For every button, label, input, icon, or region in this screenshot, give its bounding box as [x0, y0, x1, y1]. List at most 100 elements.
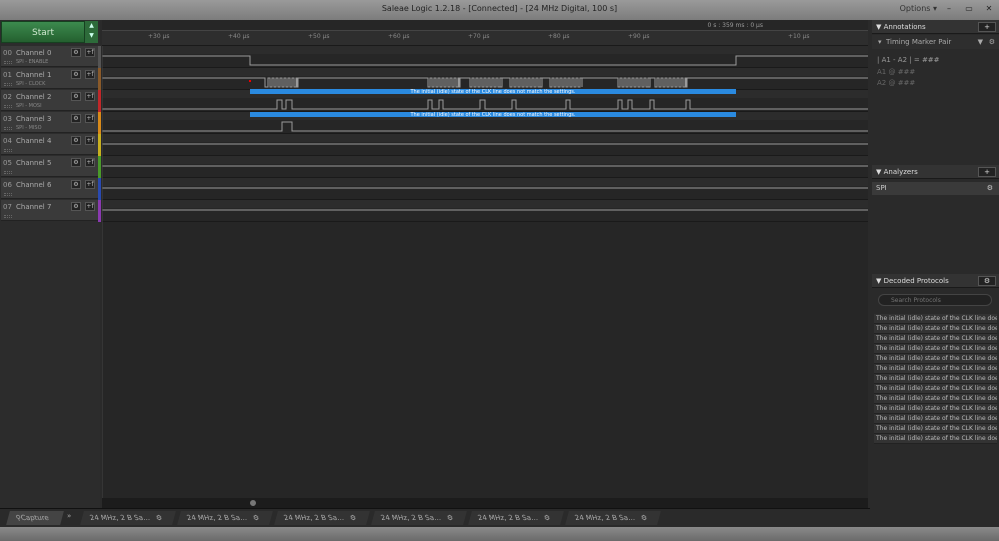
horizontal-scrollbar[interactable]: [102, 498, 868, 508]
channel-name[interactable]: Channel 4: [16, 137, 51, 145]
trigger-icon[interactable]: +f: [85, 158, 95, 167]
channel-name[interactable]: Channel 3: [16, 115, 51, 123]
gear-icon[interactable]: ⚙: [987, 182, 993, 195]
timing-marker-row[interactable]: ▾ Timing Marker Pair ▼ ⚙: [872, 35, 999, 49]
session-tab-label: 24 MHz, 2 B Sa...: [573, 514, 636, 522]
channel-row[interactable]: 06 Channel 6 ⚙ +f: [1, 178, 101, 200]
trigger-icon[interactable]: +f: [85, 202, 95, 211]
gear-icon[interactable]: ⚙: [251, 511, 261, 525]
gear-icon[interactable]: ⚙: [639, 511, 649, 525]
channel-name[interactable]: Channel 5: [16, 159, 51, 167]
minimize-button[interactable]: –: [941, 0, 957, 18]
drag-handle[interactable]: [4, 149, 12, 152]
analyzer-label: SPI: [876, 184, 887, 192]
channel-row[interactable]: 02 Channel 2 SPI - MOSI ⚙ +f: [1, 90, 101, 112]
drag-handle[interactable]: [4, 105, 12, 108]
channel-row[interactable]: 00 Channel 0 SPI - ENABLE ⚙ +f: [1, 46, 101, 68]
gear-icon[interactable]: ⚙: [71, 202, 81, 211]
analyzers-title: Analyzers: [883, 168, 918, 176]
trigger-icon[interactable]: +f: [85, 136, 95, 145]
gear-icon[interactable]: ⚙: [542, 511, 552, 525]
window-title: Saleae Logic 1.2.18 - [Connected] - [24 …: [381, 4, 618, 13]
session-tab-label: 24 MHz, 2 B Sa...: [185, 514, 248, 522]
decoded-row[interactable]: The initial (idle) state of the CLK line…: [874, 314, 997, 324]
close-button[interactable]: ✕: [981, 0, 997, 18]
gear-icon[interactable]: ⚙: [71, 180, 81, 189]
channel-2-waveform: [102, 99, 868, 110]
gear-icon[interactable]: ⚙: [71, 70, 81, 79]
trigger-icon[interactable]: +f: [85, 92, 95, 101]
decoded-row[interactable]: The initial (idle) state of the CLK line…: [874, 424, 997, 434]
drag-handle[interactable]: [4, 61, 12, 64]
ruler-tick: +10 μs: [788, 33, 810, 40]
gear-icon[interactable]: ⚙: [445, 511, 455, 525]
session-tab[interactable]: 24 MHz, 2 B Sa... ⚙: [80, 511, 176, 525]
waveform-area[interactable]: The initial (idle) state of the CLK line…: [101, 46, 868, 498]
decoded-row[interactable]: The initial (idle) state of the CLK line…: [874, 414, 997, 424]
decoded-title: Decoded Protocols: [883, 277, 949, 285]
session-tab[interactable]: 24 MHz, 2 B Sa... ⚙: [274, 511, 370, 525]
drag-handle[interactable]: [4, 127, 12, 130]
gear-icon[interactable]: ⚙: [989, 35, 995, 49]
channel-color-bar: [98, 46, 101, 68]
channel-name[interactable]: Channel 2: [16, 93, 51, 101]
channel-name[interactable]: Channel 1: [16, 71, 51, 79]
session-tab[interactable]: 24 MHz, 2 B Sa... ⚙: [565, 511, 661, 525]
decoded-row[interactable]: The initial (idle) state of the CLK line…: [874, 344, 997, 354]
gear-icon[interactable]: ⚙: [71, 136, 81, 145]
annotations-title: Annotations: [883, 23, 926, 31]
warning-label: The initial (idle) state of the CLK line…: [410, 89, 576, 95]
session-tab[interactable]: 24 MHz, 2 B Sa... ⚙: [468, 511, 564, 525]
gear-icon[interactable]: ⚙: [71, 158, 81, 167]
drag-handle[interactable]: [4, 193, 12, 196]
channel-name[interactable]: Channel 7: [16, 203, 51, 211]
session-tab[interactable]: 24 MHz, 2 B Sa... ⚙: [177, 511, 273, 525]
analyzer-spi[interactable]: SPI ⚙: [872, 182, 999, 195]
dropdown-icon[interactable]: ▼: [978, 35, 983, 49]
gear-icon[interactable]: ⚙: [71, 114, 81, 123]
decoded-row[interactable]: The initial (idle) state of the CLK line…: [874, 394, 997, 404]
trigger-icon[interactable]: +f: [85, 114, 95, 123]
decoded-row[interactable]: The initial (idle) state of the CLK line…: [874, 384, 997, 394]
add-analyzer-button[interactable]: +: [978, 167, 996, 177]
decoded-row[interactable]: The initial (idle) state of the CLK line…: [874, 334, 997, 344]
more-tabs-button[interactable]: »: [67, 512, 71, 520]
scroll-thumb[interactable]: [250, 500, 256, 506]
channel-row[interactable]: 05 Channel 5 ⚙ +f: [1, 156, 101, 178]
channel-row[interactable]: 07 Channel 7 ⚙ +f: [1, 200, 101, 222]
drag-handle[interactable]: [4, 83, 12, 86]
decoded-row[interactable]: The initial (idle) state of the CLK line…: [874, 354, 997, 364]
ruler-tick: +60 μs: [388, 33, 410, 40]
decoded-row[interactable]: The initial (idle) state of the CLK line…: [874, 324, 997, 334]
channel-row[interactable]: 04 Channel 4 ⚙ +f: [1, 134, 101, 156]
gear-icon[interactable]: ⚙: [71, 48, 81, 57]
add-annotation-button[interactable]: +: [978, 22, 996, 32]
row-annotation-band: [102, 46, 868, 54]
channel-number: 01: [3, 71, 12, 79]
decoded-row[interactable]: The initial (idle) state of the CLK line…: [874, 374, 997, 384]
gear-icon[interactable]: ⚙: [348, 511, 358, 525]
decoded-row[interactable]: The initial (idle) state of the CLK line…: [874, 364, 997, 374]
restore-button[interactable]: ▭: [961, 0, 977, 18]
channel-row[interactable]: 03 Channel 3 SPI - MISO ⚙ +f: [1, 112, 101, 134]
trigger-icon[interactable]: +f: [85, 48, 95, 57]
drag-handle[interactable]: [4, 215, 12, 218]
tab-capture[interactable]: ⚲ Capture: [6, 511, 64, 525]
channel-row[interactable]: 01 Channel 1 SPI - CLOCK ⚙ +f: [1, 68, 101, 90]
gear-icon[interactable]: ⚙: [71, 92, 81, 101]
search-protocols-input[interactable]: [878, 294, 992, 306]
drag-handle[interactable]: [4, 171, 12, 174]
start-button[interactable]: Start: [1, 21, 85, 43]
start-options-arrows[interactable]: ▲ ▼: [85, 21, 98, 43]
time-ruler[interactable]: 0 s : 359 ms : 0 μs +30 μs +40 μs +50 μs +6…: [102, 20, 868, 46]
trigger-icon[interactable]: +f: [85, 180, 95, 189]
decoded-settings-button[interactable]: ⚙: [978, 276, 996, 286]
session-tab[interactable]: 24 MHz, 2 B Sa... ⚙: [371, 511, 467, 525]
channel-name[interactable]: Channel 0: [16, 49, 51, 57]
options-menu[interactable]: Options ▾: [900, 0, 937, 18]
channel-name[interactable]: Channel 6: [16, 181, 51, 189]
trigger-icon[interactable]: +f: [85, 70, 95, 79]
decoded-row[interactable]: The initial (idle) state of the CLK line…: [874, 434, 997, 444]
gear-icon[interactable]: ⚙: [154, 511, 164, 525]
decoded-row[interactable]: The initial (idle) state of the CLK line…: [874, 404, 997, 414]
